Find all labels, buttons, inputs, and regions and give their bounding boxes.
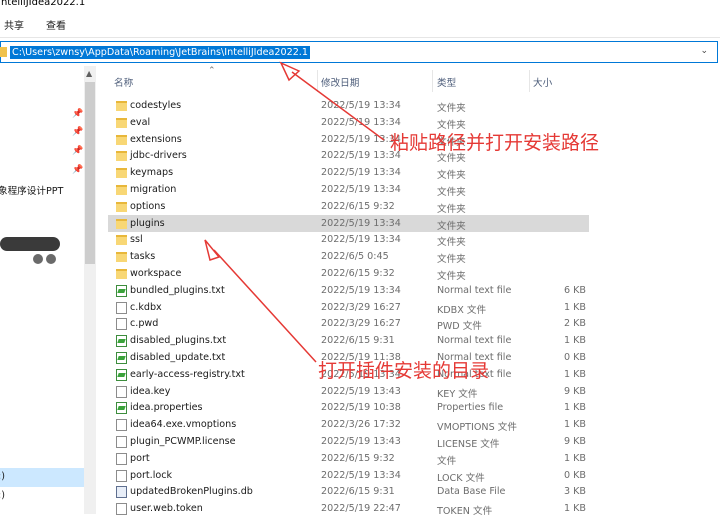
arrow-to-plugins [204, 239, 317, 363]
annotation-arrows [204, 61, 385, 363]
arrow-to-address-bar [279, 61, 385, 141]
